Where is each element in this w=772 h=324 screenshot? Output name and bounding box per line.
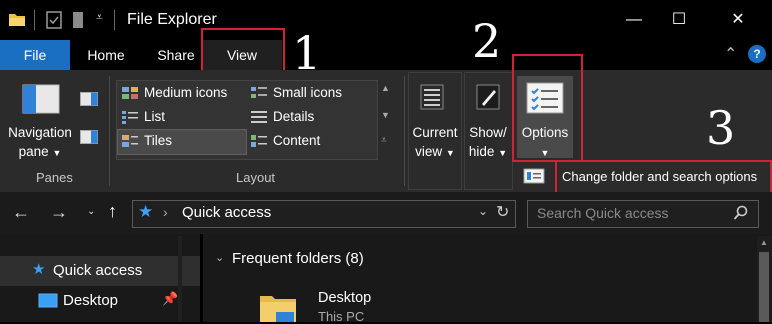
current-view-label-line2: view xyxy=(415,144,443,159)
panes-group-label: Panes xyxy=(36,170,73,185)
layout-list[interactable]: List xyxy=(144,109,165,124)
nav-item-quick-access[interactable]: Quick access xyxy=(53,262,142,279)
navigation-pane-label-line2: pane xyxy=(18,144,49,159)
current-view-button[interactable]: Current view ▼ xyxy=(408,123,462,163)
layout-medium-icons[interactable]: Medium icons xyxy=(144,85,227,100)
small-icons-icon xyxy=(251,87,267,98)
list-icon xyxy=(122,111,138,124)
address-dropdown-icon[interactable]: ⌄ xyxy=(478,204,488,218)
title-separator xyxy=(114,10,115,30)
annotation-2: 2 xyxy=(472,14,502,68)
navigation-pane-icon xyxy=(22,84,60,114)
navigation-pane-label-line1: Navigation xyxy=(8,125,72,140)
layout-tiles[interactable]: Tiles xyxy=(144,133,172,148)
minimize-button[interactable]: — xyxy=(614,6,654,34)
forward-arrow-icon[interactable]: → xyxy=(50,202,68,223)
collapse-ribbon-icon[interactable]: ⌃ xyxy=(724,44,737,64)
dropdown-caret-icon: ▼ xyxy=(52,148,62,158)
gallery-expand-icon[interactable]: ⩡ xyxy=(381,135,387,146)
new-folder-icon[interactable] xyxy=(72,11,84,29)
recent-locations-chevron-icon[interactable]: ⌄ xyxy=(87,206,95,217)
annotation-3: 3 xyxy=(706,101,736,155)
change-options-highlight xyxy=(555,160,772,194)
dropdown-caret-icon: ▼ xyxy=(445,148,455,158)
options-highlight xyxy=(512,54,583,162)
group-divider xyxy=(109,76,110,186)
group-divider xyxy=(404,76,405,186)
gallery-scroll-up-icon[interactable]: ▲ xyxy=(381,83,390,93)
tiles-icon xyxy=(122,135,138,147)
nav-scrollbar[interactable] xyxy=(178,236,182,322)
quick-access-toolbar-dropdown-icon[interactable]: ⩡ xyxy=(96,10,103,25)
navigation-pane-button[interactable]: Navigation pane ▼ xyxy=(0,123,80,163)
back-arrow-icon[interactable]: ← xyxy=(12,202,30,223)
folder-name[interactable]: Desktop xyxy=(318,290,371,306)
folder-icon xyxy=(260,296,296,322)
nav-item-desktop[interactable]: Desktop xyxy=(63,292,118,309)
show-hide-icon xyxy=(476,84,500,110)
address-location[interactable]: Quick access xyxy=(182,204,271,221)
scrollbar-thumb[interactable] xyxy=(759,252,769,322)
layout-group-label: Layout xyxy=(236,170,276,185)
folder-options-icon xyxy=(523,168,545,184)
details-icon xyxy=(251,111,267,123)
dropdown-caret-icon: ▼ xyxy=(498,148,508,158)
frequent-folders-header[interactable]: Frequent folders (8) xyxy=(232,250,364,267)
breadcrumb-chevron-icon[interactable]: › xyxy=(163,204,168,220)
tab-share[interactable]: Share xyxy=(146,40,206,70)
show-hide-label-line2: hide xyxy=(468,144,495,159)
show-hide-button[interactable]: Show/ hide ▼ xyxy=(463,123,513,163)
medium-icons-icon xyxy=(122,87,138,99)
search-icon[interactable] xyxy=(733,205,749,221)
close-button[interactable]: ✕ xyxy=(718,6,758,34)
scroll-up-icon[interactable]: ▲ xyxy=(760,238,768,247)
desktop-icon xyxy=(38,293,58,308)
gallery-scroll-down-icon[interactable]: ▼ xyxy=(381,110,390,120)
properties-icon[interactable] xyxy=(46,11,62,29)
quick-access-star-icon: ★ xyxy=(32,261,46,278)
content-icon xyxy=(251,135,267,147)
current-view-label-line1: Current xyxy=(412,125,458,140)
refresh-icon[interactable]: ↻ xyxy=(496,202,509,222)
details-pane-icon[interactable] xyxy=(80,130,98,144)
window-title: File Explorer xyxy=(127,11,217,28)
preview-pane-icon[interactable] xyxy=(80,92,98,106)
layout-details[interactable]: Details xyxy=(273,109,314,124)
current-view-icon xyxy=(420,84,444,110)
collapse-section-chevron-icon[interactable]: ⌄ xyxy=(215,251,224,264)
search-input[interactable]: Search Quick access xyxy=(537,205,669,221)
annotation-1: 1 xyxy=(292,26,322,80)
tab-file[interactable]: File xyxy=(0,40,70,70)
tab-home[interactable]: Home xyxy=(76,40,136,70)
show-hide-label-line1: Show/ xyxy=(469,125,507,140)
view-tab-highlight xyxy=(201,28,285,76)
help-icon[interactable]: ? xyxy=(748,45,766,63)
title-bar xyxy=(0,0,772,40)
up-arrow-icon[interactable]: ↑ xyxy=(108,201,117,222)
layout-content[interactable]: Content xyxy=(273,133,320,148)
title-separator xyxy=(34,10,35,30)
maximize-button[interactable]: ☐ xyxy=(659,6,699,34)
folder-icon xyxy=(9,14,25,26)
quick-access-star-icon: ★ xyxy=(138,202,154,221)
layout-small-icons[interactable]: Small icons xyxy=(273,85,342,100)
pin-icon: 📌 xyxy=(162,291,179,306)
